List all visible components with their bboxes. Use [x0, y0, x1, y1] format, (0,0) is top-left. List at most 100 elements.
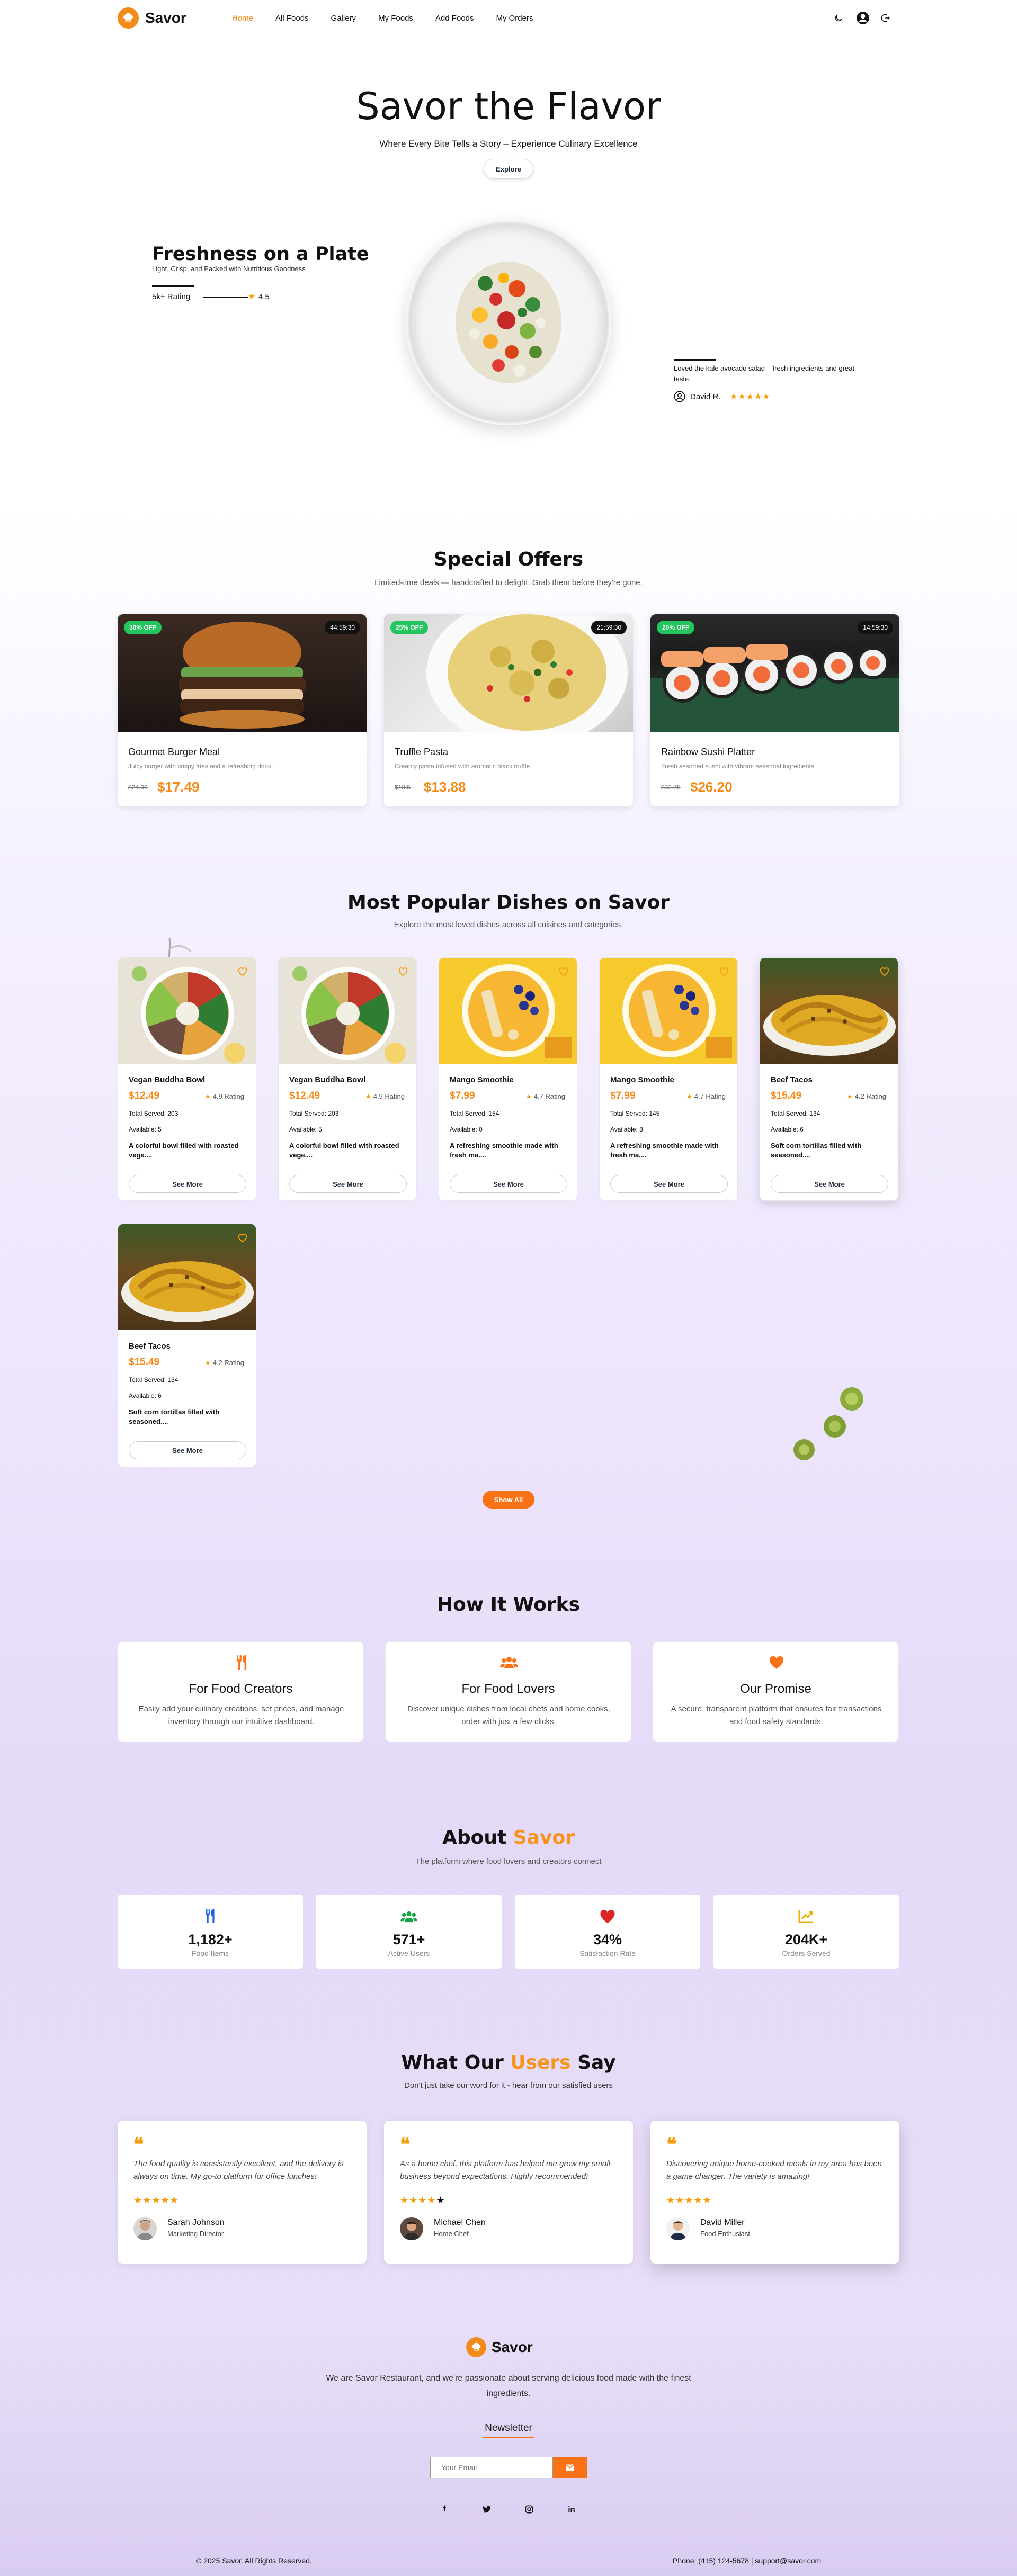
popular-subtitle: Explore the most loved dishes across all… [394, 920, 623, 929]
dish-rating-text: 4.2 Rating [854, 1092, 886, 1100]
see-more-button[interactable]: See More [129, 1175, 246, 1193]
nav-gallery[interactable]: Gallery [331, 14, 356, 23]
offer-card[interactable]: 25% OFF 21:59:30 Truffle Pasta Creamy pa… [384, 614, 633, 806]
testimonial-text: Discovering unique home-cooked meals in … [666, 2159, 882, 2181]
dish-name: Vegan Buddha Bowl [289, 1075, 366, 1084]
testimonial-role: Food Enthusiast [700, 2230, 750, 2238]
offer-new-price: $17.49 [157, 779, 200, 795]
offer-card[interactable]: 30% OFF 44:59:30 Gourmet Burger Meal Jui… [118, 614, 367, 806]
see-more-button[interactable]: See More [289, 1175, 407, 1193]
logout-icon[interactable] [877, 10, 894, 26]
dish-name: Vegan Buddha Bowl [129, 1075, 206, 1084]
nav-links: Home All Foods Gallery My Foods Add Food… [232, 14, 533, 23]
dish-price: $7.99 [610, 1090, 636, 1101]
dish-served: Total Served: 134 [129, 1376, 179, 1384]
dish-served: Total Served: 154 [450, 1110, 499, 1117]
rating-label: 5k+ Rating [152, 292, 191, 301]
testimonial-name: David Miller [700, 2218, 745, 2227]
dish-card[interactable]: Beef Tacos $15.49 ★ 4.2 Rating Total Ser… [760, 957, 898, 1201]
see-more-button[interactable]: See More [610, 1175, 728, 1193]
countdown-timer: 44:59:30 [325, 621, 360, 634]
burger-image: 30% OFF 44:59:30 [118, 614, 367, 732]
heart-outline-icon[interactable] [237, 1232, 248, 1243]
offer-name: Truffle Pasta [395, 747, 449, 757]
nav-add-foods[interactable]: Add Foods [435, 14, 474, 23]
stat-value: 204K+ [784, 1932, 828, 1947]
sushi-image: 20% OFF 14:59:30 [650, 614, 899, 732]
heart-outline-icon[interactable] [558, 965, 569, 977]
offer-new-price: $26.20 [690, 779, 733, 795]
dish-rating: ★ 4.2 Rating [846, 1092, 886, 1101]
testimonials-title-suffix: Say [577, 2052, 616, 2074]
dish-name: Beef Tacos [771, 1075, 813, 1084]
footer-logo[interactable]: Savor [466, 2337, 533, 2357]
twitter-icon[interactable] [480, 2503, 493, 2516]
dish-card[interactable]: Beef Tacos $15.49 ★ 4.2 Rating Total Ser… [118, 1224, 256, 1467]
testimonials-subtitle: Don't just take our word for it - hear f… [404, 2081, 613, 2090]
dish-name: Mango Smoothie [610, 1075, 674, 1084]
how-card: Our Promise A secure, transparent platfo… [653, 1641, 899, 1742]
how-card: For Food Creators Easily add your culina… [118, 1641, 364, 1742]
stat-card: 1,182+ Food Items [118, 1895, 303, 1969]
stat-card: 34% Satisfaction Rate [515, 1895, 700, 1969]
nav-home[interactable]: Home [232, 14, 253, 23]
offer-name: Rainbow Sushi Platter [661, 747, 755, 757]
stat-value: 34% [593, 1932, 622, 1947]
dish-available: Available: 6 [771, 1126, 804, 1133]
nav-my-foods[interactable]: My Foods [378, 14, 413, 23]
stat-card: 204K+ Orders Served [713, 1895, 899, 1969]
dish-served: Total Served: 203 [129, 1110, 179, 1117]
heart-icon [769, 1656, 784, 1669]
facebook-icon[interactable]: f [438, 2503, 451, 2516]
chart-icon [798, 1910, 813, 1923]
mango-smoothie-image [439, 958, 577, 1064]
dish-card[interactable]: Vegan Buddha Bowl $12.49 ★ 4.9 Rating To… [118, 957, 256, 1201]
stat-label: Food Items [191, 1949, 229, 1958]
see-more-button[interactable]: See More [450, 1175, 567, 1193]
offer-old-price: $18.5 [395, 784, 411, 791]
moon-icon[interactable] [830, 10, 847, 26]
see-more-button[interactable]: See More [129, 1441, 246, 1459]
dish-card[interactable]: Mango Smoothie $7.99 ★ 4.7 Rating Total … [599, 957, 738, 1201]
salad-plate-image [406, 220, 611, 425]
how-card-text: A secure, transparent platform that ensu… [671, 1704, 882, 1726]
dish-description: A colorful bowl filled with roasted vege… [129, 1142, 239, 1160]
dish-card[interactable]: Mango Smoothie $7.99 ★ 4.7 Rating Total … [439, 957, 577, 1201]
explore-button[interactable]: Explore [484, 159, 533, 179]
dish-description: A colorful bowl filled with roasted vege… [289, 1142, 399, 1160]
nav-my-orders[interactable]: My Orders [496, 14, 533, 23]
linkedin-icon[interactable]: in [565, 2503, 578, 2516]
dish-served: Total Served: 203 [289, 1110, 339, 1117]
dish-available: Available: 5 [289, 1126, 322, 1133]
countdown-timer: 21:59:30 [591, 621, 627, 634]
offer-card[interactable]: 20% OFF 14:59:30 Rainbow Sushi Platter F… [650, 614, 899, 806]
email-input[interactable] [430, 2457, 553, 2478]
dish-description: Soft corn tortillas filled with seasoned… [771, 1142, 862, 1160]
brand-logo[interactable]: Savor [118, 7, 186, 29]
about-subtitle: The platform where food lovers and creat… [415, 1857, 602, 1866]
subscribe-button[interactable] [553, 2457, 587, 2478]
testimonial-text: As a home chef, this platform has helped… [400, 2159, 610, 2181]
discount-badge: 30% OFF [124, 621, 162, 634]
quote-icon: ❝ [400, 2133, 411, 2156]
star-icon: ★ [846, 1092, 855, 1100]
testimonial-role: Marketing Director [167, 2230, 224, 2238]
dish-price: $12.49 [129, 1090, 160, 1101]
heart-outline-icon[interactable] [237, 965, 248, 977]
instagram-icon[interactable] [523, 2503, 536, 2516]
heart-outline-icon[interactable] [718, 965, 730, 977]
dish-card[interactable]: Vegan Buddha Bowl $12.49 ★ 4.9 Rating To… [278, 957, 417, 1201]
testimonial-card: ❝ As a home chef, this platform has help… [384, 2121, 633, 2264]
user-avatar-icon[interactable] [854, 10, 871, 26]
offer-old-price: $24.99 [128, 784, 148, 791]
heart-outline-icon[interactable] [397, 965, 409, 977]
discount-badge: 25% OFF [390, 621, 429, 634]
see-more-button[interactable]: See More [771, 1175, 888, 1193]
nav-all-foods[interactable]: All Foods [275, 14, 309, 23]
show-all-button[interactable]: Show All [483, 1491, 534, 1509]
dish-served: Total Served: 134 [771, 1110, 820, 1117]
stat-label: Satisfaction Rate [579, 1949, 636, 1958]
heart-outline-icon[interactable] [879, 965, 890, 977]
stat-card: 571+ Active Users [316, 1895, 502, 1969]
testimonial-stars: ★★★★★ [666, 2195, 712, 2205]
